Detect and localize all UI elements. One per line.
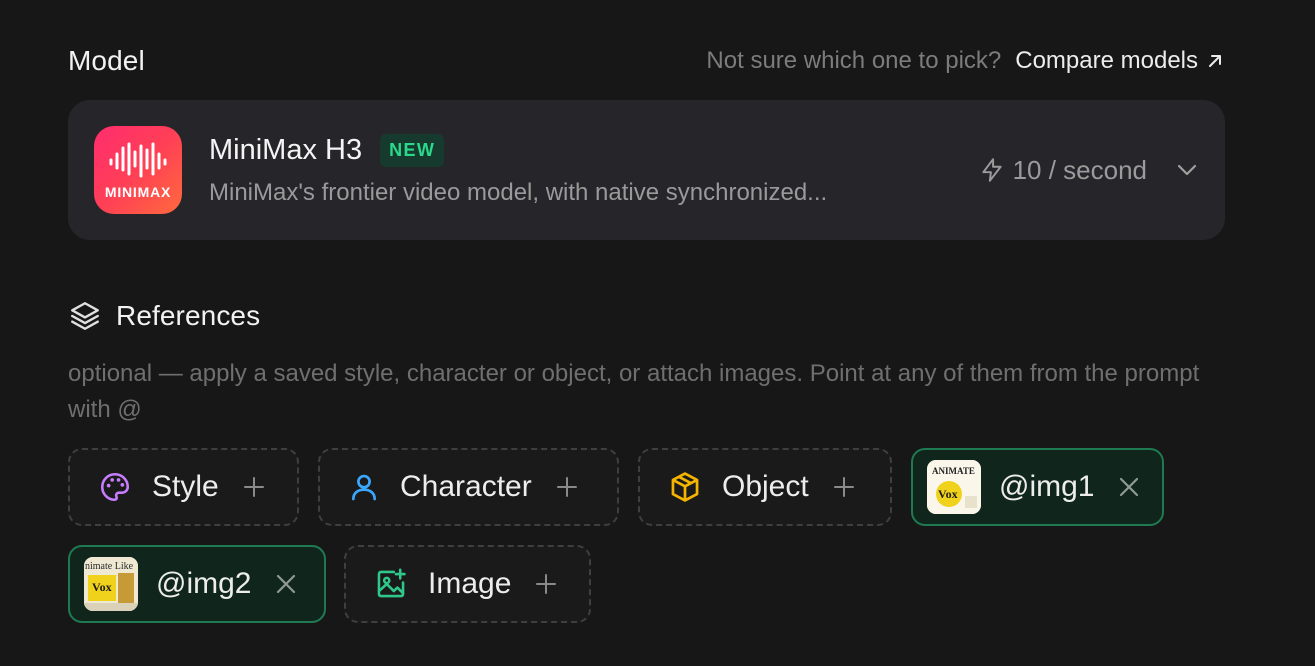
chevron-down-icon[interactable]	[1175, 158, 1199, 182]
character-chip-label: Character	[400, 470, 532, 503]
img1-thumbnail: ANIMATE Vox	[927, 460, 981, 514]
compare-area: Not sure which one to pick? Compare mode…	[706, 47, 1224, 75]
img2-thumbnail: nimate Like Vox	[84, 557, 138, 611]
new-badge: NEW	[380, 133, 445, 167]
img1-chip[interactable]: ANIMATE Vox @img1	[911, 448, 1164, 526]
compare-hint: Not sure which one to pick?	[706, 47, 1002, 74]
image-plus-icon	[374, 567, 408, 601]
thumb-animate-text: ANIMATE	[932, 466, 975, 476]
model-rate: 10 / second	[979, 155, 1147, 186]
img2-chip-label: @img2	[156, 567, 252, 600]
character-chip[interactable]: Character	[318, 448, 619, 526]
thumb-vox-text: Vox	[938, 487, 958, 501]
logo-wordmark: MINIMAX	[104, 184, 172, 200]
minimax-logo: MINIMAX	[94, 126, 182, 214]
model-info: MiniMax H3 NEW MiniMax's frontier video …	[209, 133, 979, 207]
thumb-animate-like-text: nimate Like	[85, 561, 134, 572]
object-chip[interactable]: Object	[638, 448, 892, 526]
plus-icon	[535, 573, 557, 595]
object-chip-label: Object	[722, 470, 809, 503]
model-section-title: Model	[68, 45, 145, 76]
model-header: Model Not sure which one to pick? Compar…	[68, 40, 1224, 82]
style-chip[interactable]: Style	[68, 448, 299, 526]
user-icon	[348, 471, 380, 503]
references-description: optional — apply a saved style, characte…	[68, 360, 1200, 423]
compare-models-label: Compare models	[1015, 47, 1198, 74]
image-chip-label: Image	[428, 567, 512, 600]
references-header: References	[68, 296, 260, 336]
plus-icon	[833, 476, 855, 498]
image-chip[interactable]: Image	[344, 545, 591, 623]
compare-models-link[interactable]: Compare models	[1015, 47, 1224, 75]
model-name: MiniMax H3	[209, 133, 363, 166]
bolt-icon	[981, 158, 1002, 182]
layers-icon	[71, 302, 99, 330]
references-title: References	[116, 300, 261, 331]
plus-icon	[243, 476, 265, 498]
style-chip-label: Style	[152, 470, 219, 503]
img2-chip[interactable]: nimate Like Vox @img2	[68, 545, 326, 623]
model-name-row: MiniMax H3 NEW	[209, 133, 979, 167]
img1-chip-label: @img1	[999, 470, 1095, 503]
arrow-up-right-icon	[1209, 55, 1221, 67]
model-references-panel: Model Not sure which one to pick? Compar…	[0, 0, 1315, 666]
model-rate-value: 10 / second	[1012, 154, 1147, 185]
palette-icon	[98, 470, 132, 504]
box-icon	[668, 470, 702, 504]
thumb-vox-text: Vox	[92, 580, 112, 594]
model-select-card[interactable]: MINIMAX MiniMax H3 NEW MiniMax's frontie…	[68, 100, 1225, 240]
waveform-icon	[109, 142, 167, 178]
model-description: MiniMax's frontier video model, with nat…	[209, 178, 828, 206]
close-icon[interactable]	[1118, 476, 1140, 498]
plus-icon	[556, 476, 578, 498]
close-icon[interactable]	[275, 573, 297, 595]
